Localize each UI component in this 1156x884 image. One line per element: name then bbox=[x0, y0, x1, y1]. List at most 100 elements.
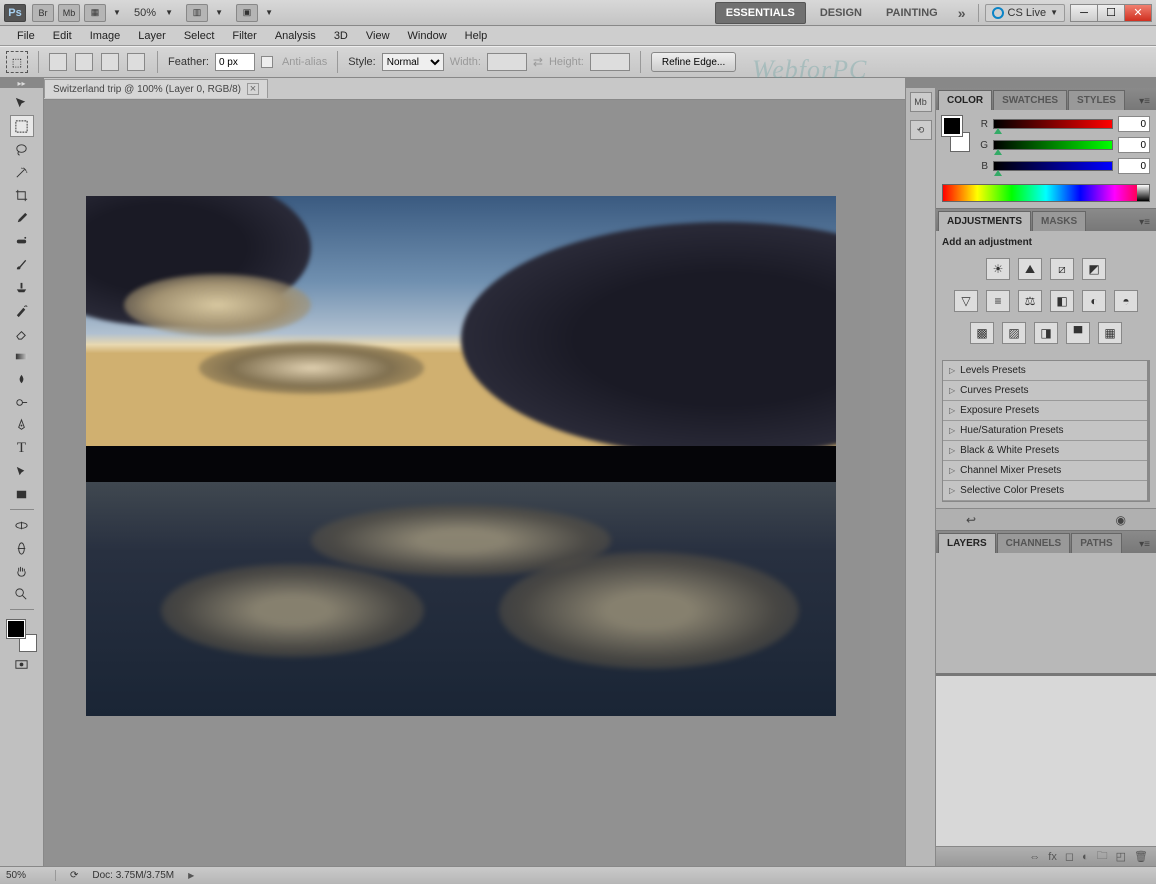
delete-layer-icon[interactable]: 🗑 bbox=[1134, 850, 1148, 863]
dropdown-icon[interactable]: ▼ bbox=[262, 8, 276, 17]
add-selection-button[interactable] bbox=[75, 53, 93, 71]
panel-menu-icon[interactable]: ▾≡ bbox=[1133, 214, 1156, 231]
type-tool-icon[interactable]: T bbox=[10, 437, 34, 459]
preset-item[interactable]: Levels Presets bbox=[943, 361, 1147, 381]
menu-image[interactable]: Image bbox=[81, 28, 130, 44]
zoom-level[interactable]: 50% bbox=[134, 7, 156, 19]
refine-edge-button[interactable]: Refine Edge... bbox=[651, 52, 736, 72]
current-tool-icon[interactable]: ⬚ bbox=[6, 51, 28, 73]
menu-edit[interactable]: Edit bbox=[44, 28, 81, 44]
r-input[interactable] bbox=[1118, 116, 1150, 132]
levels-icon[interactable]: ⛰ bbox=[1018, 258, 1042, 280]
new-group-icon[interactable]: 🗀 bbox=[1097, 847, 1108, 866]
invert-icon[interactable]: ▩ bbox=[970, 322, 994, 344]
gradient-map-icon[interactable]: ▀ bbox=[1066, 322, 1090, 344]
maximize-button[interactable]: ☐ bbox=[1097, 4, 1125, 22]
path-selection-tool-icon[interactable] bbox=[10, 460, 34, 482]
canvas-viewport[interactable] bbox=[44, 100, 905, 866]
history-panel-icon[interactable]: ⟲ bbox=[910, 120, 932, 140]
exposure-icon[interactable]: ◩ bbox=[1082, 258, 1106, 280]
adj-return-icon[interactable]: ↩ bbox=[966, 513, 976, 527]
curves-icon[interactable]: ⧄ bbox=[1050, 258, 1074, 280]
cslive-button[interactable]: CS Live▼ bbox=[985, 4, 1065, 22]
bw-icon[interactable]: ◧ bbox=[1050, 290, 1074, 312]
magic-wand-tool-icon[interactable] bbox=[10, 161, 34, 183]
panel-menu-icon[interactable]: ▾≡ bbox=[1133, 536, 1156, 553]
tab-color[interactable]: COLOR bbox=[938, 90, 992, 110]
bridge-button[interactable]: Br bbox=[32, 4, 54, 22]
view-extras-button[interactable]: ▦ bbox=[84, 4, 106, 22]
clone-stamp-tool-icon[interactable] bbox=[10, 276, 34, 298]
workspace-more-icon[interactable]: » bbox=[958, 5, 964, 21]
hue-sat-icon[interactable]: ≡ bbox=[986, 290, 1010, 312]
b-slider[interactable] bbox=[993, 161, 1113, 171]
status-sync-icon[interactable]: ⟳ bbox=[70, 870, 78, 881]
workspace-essentials[interactable]: ESSENTIALS bbox=[715, 2, 806, 24]
collapse-panels-icon[interactable] bbox=[936, 78, 1156, 88]
menu-layer[interactable]: Layer bbox=[129, 28, 175, 44]
color-spectrum[interactable] bbox=[942, 184, 1150, 202]
posterize-icon[interactable]: ▨ bbox=[1002, 322, 1026, 344]
panel-menu-icon[interactable]: ▾≡ bbox=[1133, 93, 1156, 110]
r-slider[interactable] bbox=[993, 119, 1113, 129]
preset-item[interactable]: Exposure Presets bbox=[943, 401, 1147, 421]
menu-select[interactable]: Select bbox=[175, 28, 224, 44]
g-input[interactable] bbox=[1118, 137, 1150, 153]
crop-tool-icon[interactable] bbox=[10, 184, 34, 206]
close-button[interactable]: ✕ bbox=[1124, 4, 1152, 22]
menu-analysis[interactable]: Analysis bbox=[266, 28, 325, 44]
subtract-selection-button[interactable] bbox=[101, 53, 119, 71]
style-select[interactable]: Normal bbox=[382, 53, 444, 71]
status-doc-info[interactable]: Doc: 3.75M/3.75M bbox=[92, 870, 174, 881]
selective-color-icon[interactable]: ▦ bbox=[1098, 322, 1122, 344]
document-image[interactable] bbox=[86, 196, 836, 716]
preset-item[interactable]: Selective Color Presets bbox=[943, 481, 1147, 501]
tab-layers[interactable]: LAYERS bbox=[938, 533, 996, 553]
preset-scrollbar[interactable] bbox=[1148, 360, 1150, 502]
dropdown-icon[interactable]: ▼ bbox=[162, 8, 176, 17]
tab-styles[interactable]: STYLES bbox=[1068, 90, 1125, 110]
eraser-tool-icon[interactable] bbox=[10, 322, 34, 344]
preset-item[interactable]: Curves Presets bbox=[943, 381, 1147, 401]
color-balance-icon[interactable]: ⚖ bbox=[1018, 290, 1042, 312]
layer-fx-icon[interactable]: fx bbox=[1048, 851, 1057, 863]
expand-panels-icon[interactable] bbox=[906, 78, 935, 88]
collapse-tools-icon[interactable]: ▸▸ bbox=[0, 78, 43, 88]
zoom-tool-icon[interactable] bbox=[10, 583, 34, 605]
color-swatches[interactable] bbox=[7, 620, 37, 652]
blur-tool-icon[interactable] bbox=[10, 368, 34, 390]
b-input[interactable] bbox=[1118, 158, 1150, 174]
brush-tool-icon[interactable] bbox=[10, 253, 34, 275]
lasso-tool-icon[interactable] bbox=[10, 138, 34, 160]
new-layer-icon[interactable]: ◰ bbox=[1116, 850, 1126, 863]
3d-rotate-tool-icon[interactable] bbox=[10, 514, 34, 536]
tab-masks[interactable]: MASKS bbox=[1032, 211, 1086, 231]
menu-help[interactable]: Help bbox=[456, 28, 497, 44]
photo-filter-icon[interactable]: ◐ bbox=[1082, 290, 1106, 312]
screen-mode-button[interactable]: ▣ bbox=[236, 4, 258, 22]
menu-window[interactable]: Window bbox=[399, 28, 456, 44]
menu-3d[interactable]: 3D bbox=[325, 28, 357, 44]
threshold-icon[interactable]: ◨ bbox=[1034, 322, 1058, 344]
menu-file[interactable]: File bbox=[8, 28, 44, 44]
gradient-tool-icon[interactable] bbox=[10, 345, 34, 367]
panel-color-swatches[interactable] bbox=[942, 116, 970, 152]
move-tool-icon[interactable] bbox=[10, 92, 34, 114]
tab-swatches[interactable]: SWATCHES bbox=[993, 90, 1067, 110]
preset-item[interactable]: Black & White Presets bbox=[943, 441, 1147, 461]
adj-clip-icon[interactable]: ◉ bbox=[1116, 513, 1126, 527]
preset-item[interactable]: Hue/Saturation Presets bbox=[943, 421, 1147, 441]
workspace-design[interactable]: DESIGN bbox=[810, 3, 872, 23]
3d-camera-tool-icon[interactable] bbox=[10, 537, 34, 559]
layer-mask-icon[interactable]: ◻ bbox=[1065, 850, 1074, 863]
status-menu-icon[interactable]: ▶ bbox=[188, 871, 194, 880]
hand-tool-icon[interactable] bbox=[10, 560, 34, 582]
channel-mixer-icon[interactable]: ◓ bbox=[1114, 290, 1138, 312]
brightness-icon[interactable]: ☀ bbox=[986, 258, 1010, 280]
vibrance-icon[interactable]: ▽ bbox=[954, 290, 978, 312]
healing-brush-tool-icon[interactable] bbox=[10, 230, 34, 252]
menu-view[interactable]: View bbox=[357, 28, 399, 44]
minibridge-panel-icon[interactable]: Mb bbox=[910, 92, 932, 112]
close-tab-icon[interactable]: × bbox=[247, 83, 259, 95]
history-brush-tool-icon[interactable] bbox=[10, 299, 34, 321]
